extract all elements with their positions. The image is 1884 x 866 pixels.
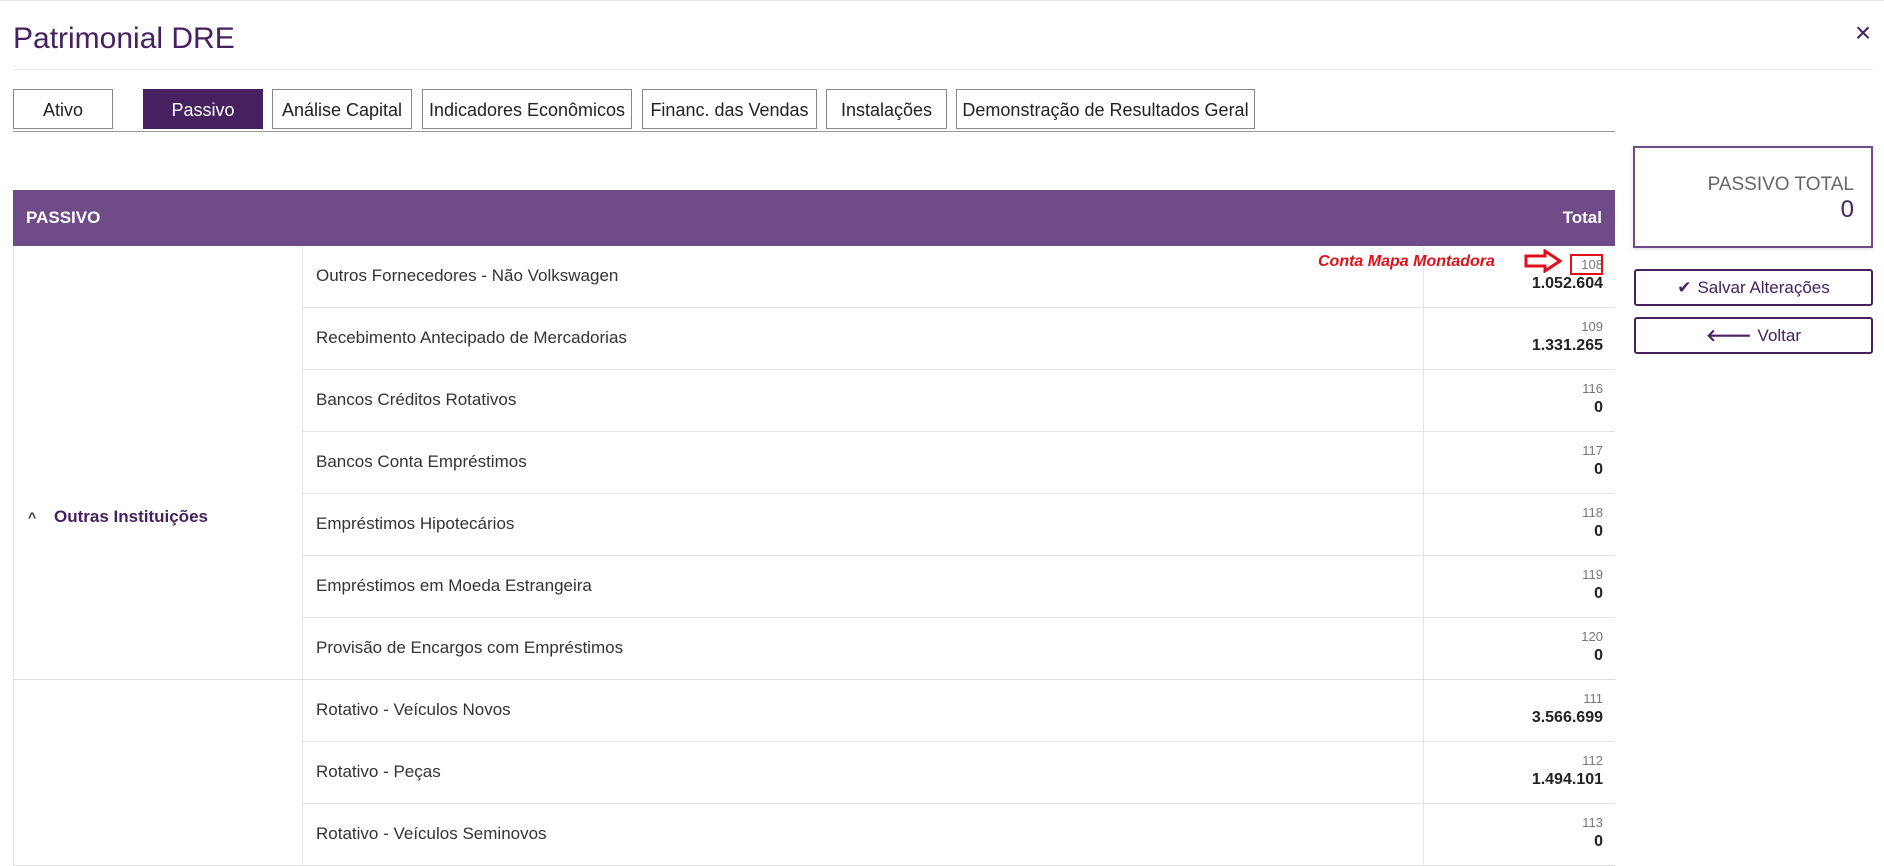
- tab-instalacoes[interactable]: Instalações: [826, 89, 947, 129]
- group-rotativo: Rotativo - Veículos Novos 111 3.566.699 …: [13, 680, 1615, 866]
- account-code: 116: [1582, 381, 1603, 396]
- group-rows: Rotativo - Veículos Novos 111 3.566.699 …: [302, 680, 1615, 865]
- passivo-table: PASSIVO Total ^ Outras Instituições Outro…: [13, 190, 1615, 866]
- table-row: Bancos Conta Empréstimos 117 0: [303, 432, 1615, 494]
- title-divider: [13, 69, 1873, 70]
- tab-indicadores-economicos[interactable]: Indicadores Econômicos: [422, 89, 632, 129]
- row-label: Empréstimos em Moeda Estrangeira: [316, 576, 592, 595]
- account-code: 119: [1582, 567, 1603, 582]
- row-label: Bancos Conta Empréstimos: [316, 452, 527, 471]
- table-row: Rotativo - Veículos Seminovos 113 0: [303, 804, 1615, 865]
- account-code: 120: [1581, 629, 1603, 644]
- account-value: 0: [1594, 585, 1603, 602]
- check-icon: ✔: [1677, 278, 1692, 297]
- account-value: 0: [1594, 461, 1603, 478]
- row-label: Rotativo - Peças: [316, 762, 441, 781]
- tab-ativo[interactable]: Ativo: [13, 89, 113, 129]
- account-code: 111: [1583, 691, 1603, 706]
- group-outras-instituicoes: ^ Outras Instituições Outros Fornecedores…: [13, 246, 1615, 680]
- total-value: 0: [1840, 196, 1854, 223]
- value-cell[interactable]: 113 0: [1423, 804, 1617, 865]
- table-row: Bancos Créditos Rotativos 116 0: [303, 370, 1615, 432]
- save-button[interactable]: ✔ Salvar Alterações: [1634, 269, 1873, 306]
- tab-passivo[interactable]: Passivo: [143, 89, 263, 129]
- annotation-highlight-box: [1570, 254, 1603, 275]
- account-value: 1.331.265: [1531, 337, 1603, 354]
- account-value: 0: [1594, 399, 1603, 416]
- tab-bar: Ativo Passivo Análise Capital Indicadore…: [13, 89, 1615, 132]
- value-cell[interactable]: 120 0: [1423, 618, 1617, 679]
- account-value: 0: [1594, 833, 1603, 850]
- passivo-total-card: PASSIVO TOTAL 0: [1633, 146, 1873, 248]
- value-cell[interactable]: 116 0: [1423, 370, 1617, 431]
- row-label: Recebimento Antecipado de Mercadorias: [316, 328, 627, 347]
- annotation-label: Conta Mapa Montadora: [1318, 253, 1495, 270]
- table-row: Empréstimos em Moeda Estrangeira 119 0: [303, 556, 1615, 618]
- total-label: PASSIVO TOTAL: [1707, 174, 1854, 195]
- table-row: Rotativo - Peças 112 1.494.101: [303, 742, 1615, 804]
- header-total: Total: [1562, 208, 1602, 227]
- group-rows: Outros Fornecedores - Não Volkswagen 108…: [302, 246, 1615, 679]
- row-label: Bancos Créditos Rotativos: [316, 390, 517, 409]
- account-code: 117: [1582, 443, 1603, 458]
- row-label: Rotativo - Veículos Seminovos: [316, 824, 547, 843]
- group-toggle[interactable]: ^ Outras Instituições: [28, 507, 208, 527]
- row-label: Empréstimos Hipotecários: [316, 514, 515, 533]
- close-icon[interactable]: ×: [1848, 18, 1878, 48]
- account-code: 113: [1582, 815, 1603, 830]
- modal-title: Patrimonial DRE: [13, 22, 235, 55]
- group-label: Outras Instituições: [54, 507, 208, 526]
- table-row: Rotativo - Veículos Novos 111 3.566.699: [303, 680, 1615, 742]
- account-value: 1.052.604: [1531, 275, 1603, 292]
- back-button[interactable]: 🡐 Voltar: [1634, 317, 1873, 354]
- account-value: 0: [1594, 647, 1603, 664]
- table-row: Recebimento Antecipado de Mercadorias 10…: [303, 308, 1615, 370]
- tab-financ-vendas[interactable]: Financ. das Vendas: [642, 89, 817, 129]
- tab-demonstracao-resultados[interactable]: Demonstração de Resultados Geral: [956, 89, 1255, 129]
- tab-analise-capital[interactable]: Análise Capital: [272, 89, 412, 129]
- header-passivo: PASSIVO: [26, 208, 101, 227]
- value-cell[interactable]: 119 0: [1423, 556, 1617, 617]
- account-value: 3.566.699: [1531, 709, 1603, 726]
- value-cell[interactable]: 118 0: [1423, 494, 1617, 555]
- row-label: Outros Fornecedores - Não Volkswagen: [316, 266, 619, 285]
- account-value: 0: [1594, 523, 1603, 540]
- top-divider: [0, 0, 1884, 5]
- account-code: 109: [1581, 319, 1603, 334]
- account-code: 112: [1582, 753, 1603, 768]
- save-button-label: Salvar Alterações: [1697, 278, 1830, 297]
- chevron-up-icon: ^: [28, 509, 37, 525]
- value-cell[interactable]: 111 3.566.699: [1423, 680, 1617, 741]
- value-cell[interactable]: 109 1.331.265: [1423, 308, 1617, 369]
- back-button-label: Voltar: [1757, 326, 1802, 345]
- row-label: Rotativo - Veículos Novos: [316, 700, 511, 719]
- table-header: PASSIVO Total: [13, 190, 1615, 246]
- row-label: Provisão de Encargos com Empréstimos: [316, 638, 624, 657]
- arrow-left-icon: 🡐: [1705, 326, 1752, 345]
- account-code: 118: [1582, 505, 1603, 520]
- value-cell[interactable]: 117 0: [1423, 432, 1617, 493]
- value-cell[interactable]: 112 1.494.101: [1423, 742, 1617, 803]
- account-value: 1.494.101: [1531, 771, 1603, 788]
- table-row: Provisão de Encargos com Empréstimos 120…: [303, 618, 1615, 679]
- table-row: Empréstimos Hipotecários 118 0: [303, 494, 1615, 556]
- arrow-right-icon: [1524, 249, 1563, 273]
